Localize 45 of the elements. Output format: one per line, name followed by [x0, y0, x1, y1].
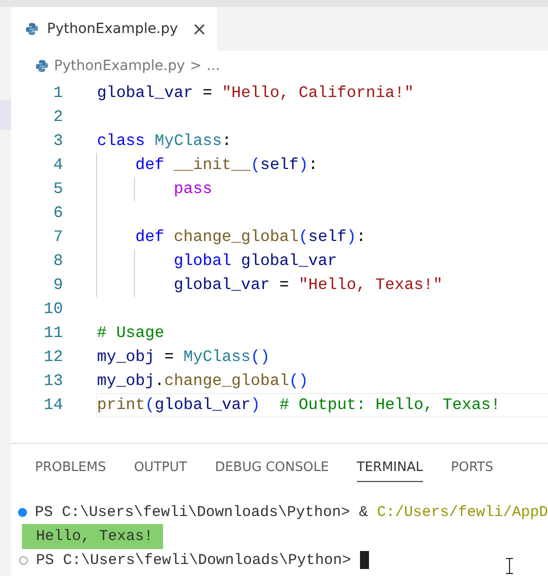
status-dot-icon	[18, 508, 28, 516]
code-line: pass	[172, 179, 214, 200]
chevron-icon: >	[190, 58, 202, 74]
line-number: 7	[52, 228, 63, 246]
tab-label: PythonExample.py	[47, 21, 178, 37]
code-line: my_obj = MyClass()	[96, 347, 271, 368]
code-line: global_var = "Hello, Texas!"	[172, 275, 444, 296]
code-line: my_obj.change_global()	[96, 371, 310, 392]
terminal-line: PS C:\Users\fewli\Downloads\Python> & C:/Users/fewli/AppD	[34, 504, 548, 520]
highlighted-output: Hello, Texas!	[22, 524, 164, 548]
sidebar-highlight	[0, 100, 11, 130]
line-number: 2	[52, 108, 63, 126]
terminal-line: PS C:\Users\fewli\Downloads\Python>	[36, 552, 352, 568]
code-line: global_var = "Hello, California!"	[96, 83, 415, 104]
code-line: # Usage	[96, 323, 166, 344]
line-number: 1	[52, 84, 63, 102]
line-number: 11	[42, 324, 63, 342]
panel-tab[interactable]: OUTPUT	[134, 458, 187, 482]
line-number: 8	[52, 252, 63, 270]
code-line: global global_var	[172, 251, 338, 272]
code-line: def change_global(self):	[134, 227, 367, 248]
code-line: class MyClass:	[96, 131, 232, 152]
line-number: 14	[42, 396, 63, 414]
code-line: def __init__(self):	[134, 155, 319, 176]
breadcrumb-item[interactable]: PythonExample.py	[54, 58, 185, 74]
line-number: 5	[52, 180, 63, 198]
close-button[interactable]: ×	[192, 18, 207, 40]
editor-tab[interactable]: PythonExample.py ×	[11, 7, 217, 51]
line-number: 13	[42, 372, 63, 390]
python-file-icon	[25, 22, 39, 36]
breadcrumb-more[interactable]: ...	[206, 58, 220, 74]
panel-tab[interactable]: PROBLEMS	[35, 458, 106, 482]
line-number: 4	[52, 156, 63, 174]
panel-tab[interactable]: PORTS	[450, 458, 494, 482]
line-number: 10	[42, 300, 63, 318]
line-number: 12	[42, 348, 63, 366]
status-circle-icon	[19, 556, 28, 564]
line-number: 6	[52, 204, 63, 222]
text-cursor-icon	[506, 558, 513, 574]
panel-tab[interactable]: TERMINAL	[356, 458, 423, 482]
code-line: print(global_var) # Output: Hello, Texas!	[96, 393, 548, 417]
panel-tab[interactable]: DEBUG CONSOLE	[214, 458, 329, 482]
python-file-icon	[35, 59, 49, 73]
line-number: 3	[52, 132, 63, 150]
line-number: 9	[52, 276, 63, 294]
